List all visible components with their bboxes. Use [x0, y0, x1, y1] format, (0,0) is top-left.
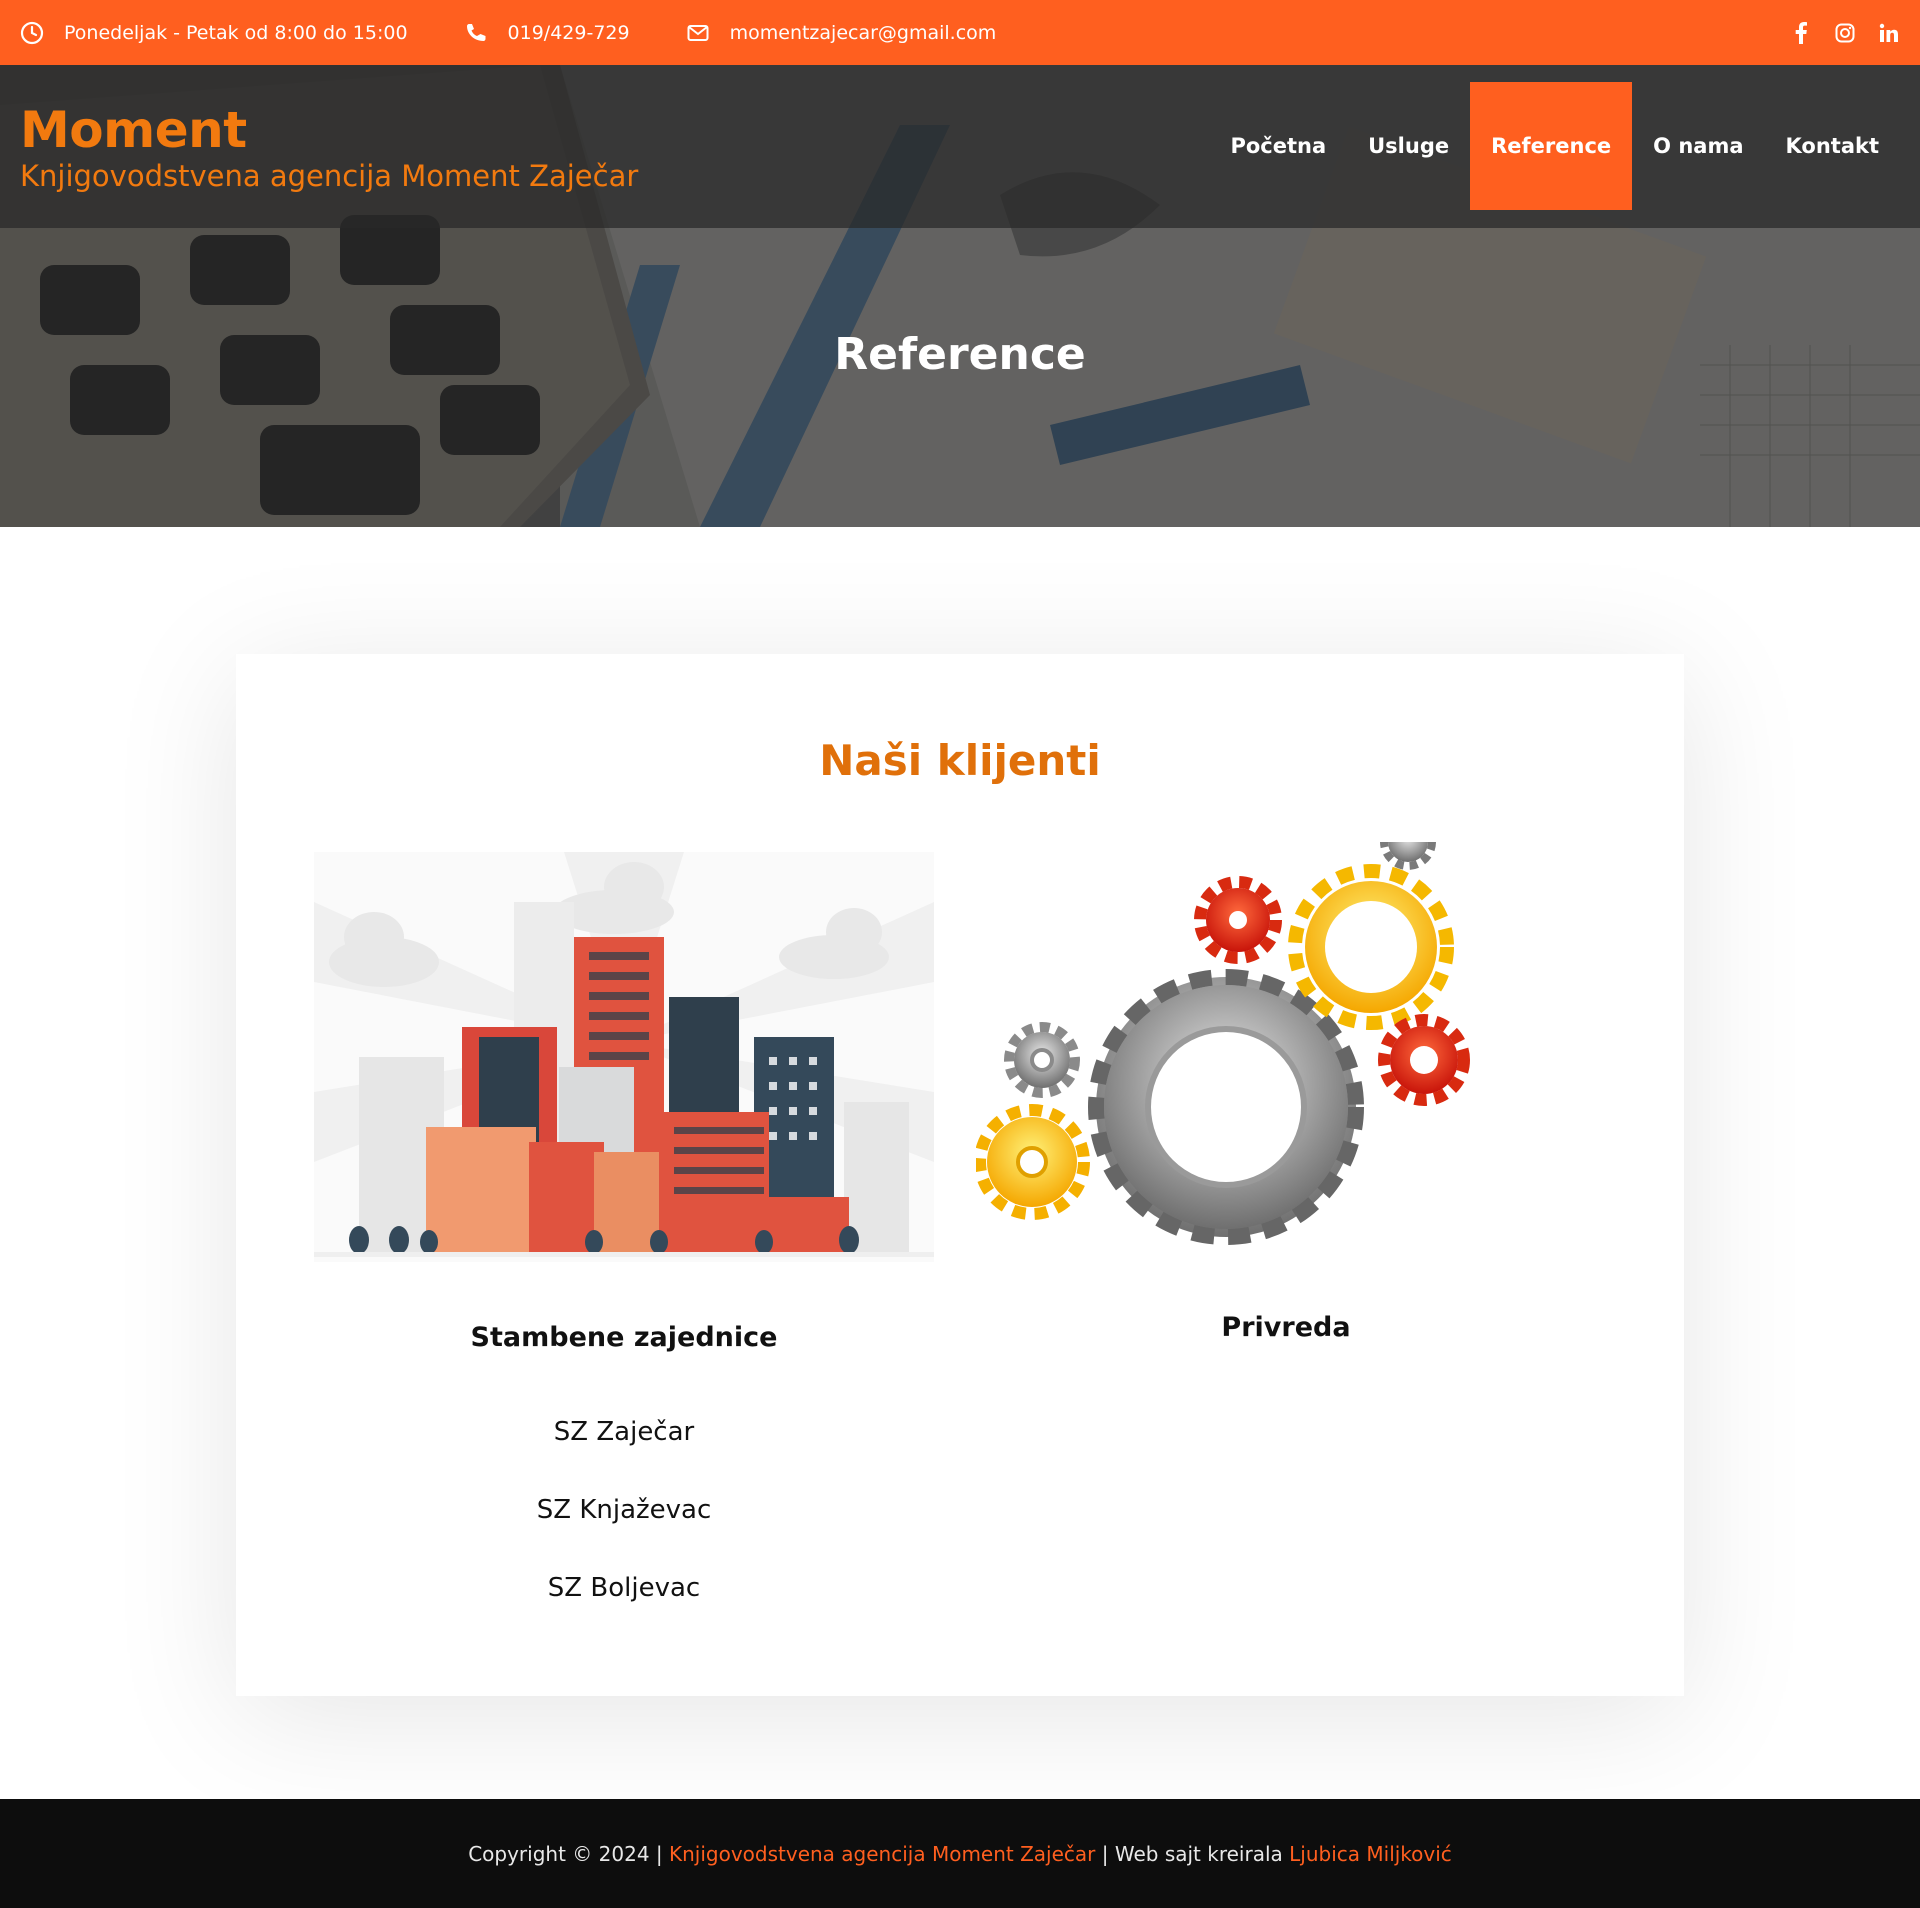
gears-illustration: [976, 842, 1470, 1245]
housing-column: Stambene zajednice SZ Zaječar SZ Knjažev…: [314, 842, 934, 1627]
main-navigation: Početna Usluge Reference O nama Kontakt: [1209, 82, 1900, 210]
email-info[interactable]: momentzajecar@gmail.com: [686, 21, 997, 45]
hero-banner: Moment Knjigovodstvena agencija Moment Z…: [0, 65, 1920, 527]
top-info-bar: Ponedeljak - Petak od 8:00 do 15:00 019/…: [0, 0, 1920, 65]
copyright-prefix: Copyright © 2024 |: [468, 1841, 669, 1866]
client-item: SZ Zaječar: [553, 1417, 695, 1447]
facebook-icon[interactable]: [1790, 21, 1812, 44]
page-title: Reference: [834, 329, 1086, 380]
hours-info: Ponedeljak - Petak od 8:00 do 15:00: [20, 21, 408, 45]
email-text[interactable]: momentzajecar@gmail.com: [730, 22, 997, 44]
site-footer: Copyright © 2024 | Knjigovodstvena agenc…: [0, 1799, 1920, 1908]
nav-item-o-nama[interactable]: O nama: [1632, 82, 1764, 210]
clients-card: Naši klijenti Stambene zajednice SZ Zaje…: [236, 654, 1684, 1696]
footer-credit-text: | Web sajt kreirala: [1095, 1841, 1290, 1866]
envelope-icon: [687, 24, 709, 41]
phone-info[interactable]: 019/429-729: [464, 21, 630, 45]
clock-icon: [20, 21, 44, 44]
business-heading: Privreda: [1221, 1312, 1351, 1343]
city-buildings-illustration: [314, 852, 934, 1262]
nav-item-pocetna[interactable]: Početna: [1209, 82, 1347, 210]
nav-item-usluge[interactable]: Usluge: [1347, 82, 1470, 210]
housing-client-list: SZ Zaječar SZ Knjaževac SZ Boljevac: [314, 1393, 934, 1627]
site-logo-title[interactable]: Moment: [20, 101, 247, 159]
site-tagline: Knjigovodstvena agencija Moment Zaječar: [20, 159, 639, 193]
footer-author-link[interactable]: Ljubica Miljković: [1289, 1842, 1452, 1866]
site-header: Moment Knjigovodstvena agencija Moment Z…: [0, 65, 1920, 228]
clients-heading: Naši klijenti: [819, 736, 1101, 785]
footer-agency-link[interactable]: Knjigovodstvena agencija Moment Zaječar: [669, 1842, 1095, 1866]
phone-text[interactable]: 019/429-729: [508, 22, 630, 44]
social-links: [1790, 0, 1900, 65]
client-item: SZ Knjaževac: [536, 1495, 712, 1525]
client-item: SZ Boljevac: [547, 1573, 701, 1603]
nav-item-kontakt[interactable]: Kontakt: [1765, 82, 1901, 210]
housing-heading: Stambene zajednice: [470, 1322, 778, 1353]
instagram-icon[interactable]: [1834, 22, 1856, 44]
linkedin-icon[interactable]: [1878, 22, 1900, 44]
hours-text: Ponedeljak - Petak od 8:00 do 15:00: [64, 21, 408, 44]
nav-item-reference[interactable]: Reference: [1470, 82, 1633, 210]
business-column: Privreda: [976, 842, 1596, 1343]
phone-icon: [466, 23, 486, 41]
